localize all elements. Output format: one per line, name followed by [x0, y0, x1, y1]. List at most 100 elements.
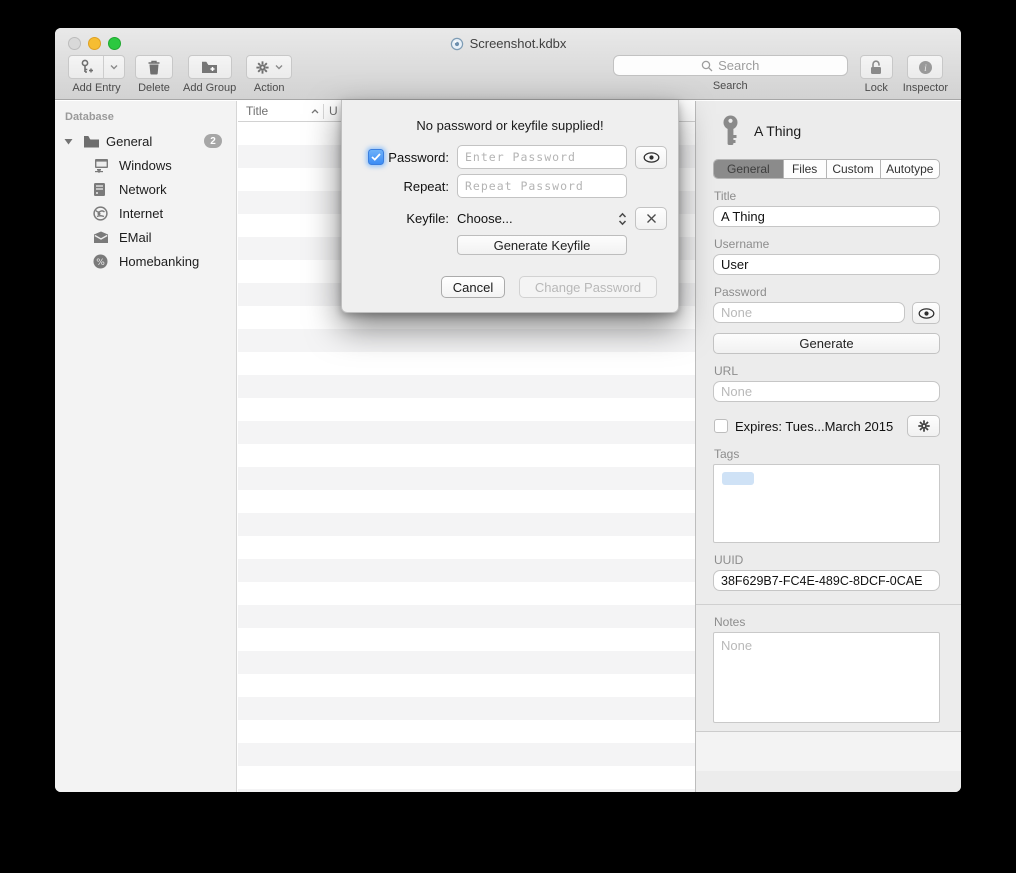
delete-label: Delete [138, 82, 170, 94]
lock-button[interactable] [860, 55, 893, 79]
password-field-label: Password [714, 285, 961, 299]
server-icon [93, 182, 106, 197]
sidebar-item-label: Windows [119, 158, 172, 173]
search-placeholder: Search [718, 58, 759, 73]
tab-general[interactable]: General [714, 160, 784, 178]
add-entry-label: Add Entry [72, 82, 120, 94]
sidebar-item-internet[interactable]: Internet [55, 201, 236, 225]
tool-inspector: i Inspector [903, 55, 948, 94]
notes-field[interactable]: None [713, 632, 940, 723]
tab-files[interactable]: Files [784, 160, 827, 178]
username-field-label: Username [714, 237, 961, 251]
show-password-button[interactable] [635, 146, 667, 169]
column-header-title[interactable]: Title [238, 104, 323, 118]
keyfile-popup[interactable]: Choose... [457, 211, 627, 226]
uuid-field[interactable] [713, 570, 940, 591]
inspector-divider [696, 604, 961, 605]
delete-button[interactable] [135, 55, 173, 79]
add-group-button[interactable] [188, 55, 232, 79]
tags-box[interactable] [713, 464, 940, 543]
sort-asc-icon [311, 109, 319, 114]
trash-icon [147, 60, 161, 75]
generate-password-button[interactable]: Generate [713, 333, 940, 354]
expires-label: Expires: Tues...March 2015 [735, 419, 900, 434]
folder-plus-icon [201, 60, 218, 74]
window-title-area: Screenshot.kdbx [55, 35, 961, 52]
window-header: Screenshot.kdbx Add Entry [55, 28, 961, 100]
expires-settings-button[interactable] [907, 415, 940, 437]
eye-icon [918, 308, 935, 319]
title-field-label: Title [714, 189, 961, 203]
disclosure-triangle-icon[interactable] [64, 138, 73, 145]
windows-icon [93, 158, 110, 173]
uuid-label: UUID [714, 553, 961, 567]
tool-action: Action [246, 55, 292, 94]
inspector-button[interactable]: i [907, 55, 943, 79]
search-label: Search [713, 80, 748, 92]
app-window: Screenshot.kdbx Add Entry [55, 28, 961, 792]
percent-icon: % [93, 254, 108, 269]
tool-delete: Delete [135, 55, 173, 94]
action-dropdown-arrow-icon [275, 64, 283, 70]
sidebar-item-email[interactable]: EMail [55, 225, 236, 249]
inspector-header: A Thing [696, 101, 961, 149]
generate-keyfile-button[interactable]: Generate Keyfile [457, 235, 627, 255]
window-title: Screenshot.kdbx [470, 36, 567, 51]
cancel-button[interactable]: Cancel [441, 276, 505, 298]
search-input[interactable]: Search [613, 55, 848, 76]
envelope-icon [93, 231, 109, 244]
title-field[interactable] [713, 206, 940, 227]
inspector-tabs: General Files Custom Autotype [713, 159, 940, 179]
info-icon: i [918, 60, 933, 75]
username-field[interactable] [713, 254, 940, 275]
sidebar-item-label: General [106, 134, 152, 149]
sidebar-item-network[interactable]: Network [55, 177, 236, 201]
change-password-button[interactable]: Change Password [519, 276, 657, 298]
add-group-label: Add Group [183, 82, 236, 94]
tool-add-entry: Add Entry [68, 55, 125, 94]
entry-title: A Thing [754, 123, 801, 139]
action-label: Action [254, 82, 285, 94]
repeat-password-input[interactable] [457, 174, 627, 198]
expires-checkbox[interactable] [714, 419, 728, 433]
tool-add-group: Add Group [183, 55, 236, 94]
add-entry-button[interactable] [68, 55, 125, 79]
screenshot-background: Screenshot.kdbx Add Entry [0, 0, 1016, 873]
sidebar-item-homebanking[interactable]: % Homebanking [55, 249, 236, 273]
notes-label: Notes [714, 615, 961, 629]
sheet-message: No password or keyfile supplied! [342, 118, 678, 133]
password-checkbox[interactable] [368, 149, 384, 165]
clear-keyfile-button[interactable] [635, 207, 667, 230]
sidebar-header: Database [55, 111, 236, 129]
change-password-sheet: No password or keyfile supplied! Passwor… [341, 100, 679, 313]
key-icon [720, 115, 741, 148]
svg-text:%: % [96, 257, 105, 267]
enter-password-input[interactable] [457, 145, 627, 169]
url-field-label: URL [714, 364, 961, 378]
password-checkbox-label: Password: [388, 150, 449, 165]
tag-token[interactable] [722, 472, 754, 485]
lock-label: Lock [865, 82, 888, 94]
tab-autotype[interactable]: Autotype [881, 160, 940, 178]
url-field[interactable] [713, 381, 940, 402]
password-field[interactable] [713, 302, 905, 323]
key-plus-icon[interactable] [69, 56, 104, 78]
reveal-password-button[interactable] [912, 302, 940, 324]
eye-icon [643, 152, 660, 163]
add-entry-dropdown-arrow-icon[interactable] [104, 56, 124, 78]
sidebar-item-general[interactable]: General 2 [55, 129, 236, 153]
close-x-icon [646, 213, 657, 224]
sidebar-item-label: Internet [119, 206, 163, 221]
action-button[interactable] [246, 55, 292, 79]
entry-count-badge: 2 [204, 134, 222, 148]
tab-custom[interactable]: Custom [827, 160, 881, 178]
sidebar-item-label: Homebanking [119, 254, 199, 269]
gear-icon [917, 419, 931, 433]
column-header-username[interactable]: U [324, 104, 338, 118]
folder-icon [83, 134, 100, 148]
column-username-label: U [329, 104, 338, 118]
sidebar-item-windows[interactable]: Windows [55, 153, 236, 177]
inspector-label: Inspector [903, 82, 948, 94]
search-icon [701, 60, 713, 72]
tool-lock: Lock [860, 55, 893, 94]
